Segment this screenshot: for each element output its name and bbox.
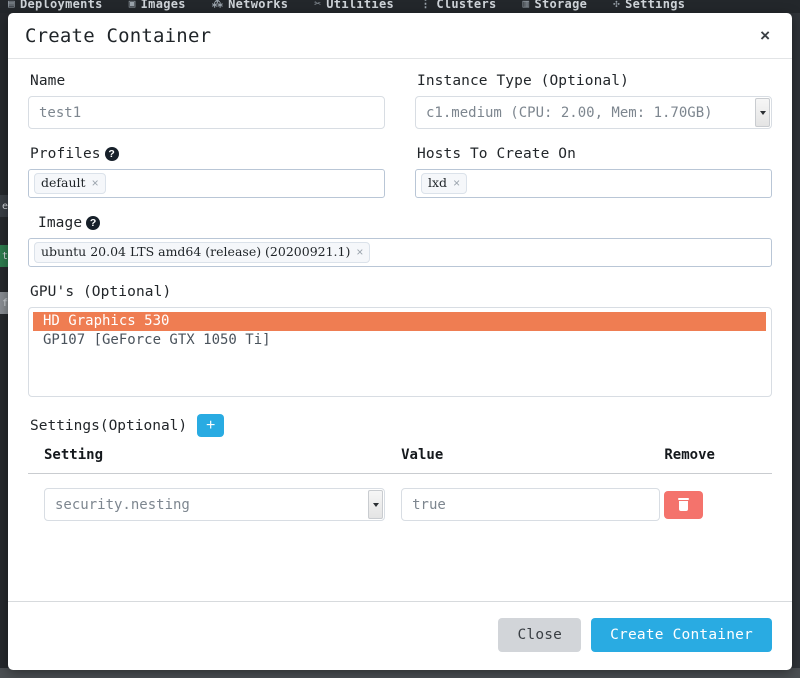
profiles-tag-input[interactable]: default × bbox=[28, 169, 385, 198]
image-label: Image? bbox=[38, 215, 772, 231]
gpus-option[interactable]: GP107 [GeForce GTX 1050 Ti] bbox=[33, 331, 766, 350]
column-header-setting: Setting bbox=[28, 447, 386, 474]
image-icon: ▣ bbox=[128, 0, 136, 10]
tag-label: lxd bbox=[428, 175, 448, 190]
table-header-row: Setting Value Remove bbox=[28, 447, 772, 474]
bg-nav-item-utilities[interactable]: ✂ Utilities bbox=[314, 0, 394, 11]
close-icon[interactable]: × bbox=[756, 25, 774, 46]
server-icon: ▤ bbox=[8, 0, 15, 10]
instance-type-label: Instance Type (Optional) bbox=[417, 73, 629, 89]
bg-nav-label: Utilities bbox=[326, 0, 394, 11]
image-label-text: Image bbox=[38, 215, 83, 231]
setting-cell: security.nesting bbox=[28, 474, 386, 521]
trash-icon bbox=[678, 498, 690, 511]
cluster-icon: ⋮ bbox=[420, 0, 432, 10]
gpus-option[interactable]: HD Graphics 530 bbox=[33, 312, 766, 331]
gpus-label: GPU's (Optional) bbox=[30, 284, 172, 300]
help-icon[interactable]: ? bbox=[104, 147, 119, 161]
bg-nav-label: Storage bbox=[534, 0, 588, 11]
settings-table: Setting Value Remove security.nesting tr… bbox=[28, 447, 772, 521]
profiles-label: Profiles? bbox=[30, 146, 385, 162]
setting-select-value: security.nesting bbox=[55, 496, 190, 513]
add-setting-button[interactable]: + bbox=[197, 414, 225, 437]
field-group-hosts: Hosts To Create On lxd × bbox=[415, 146, 772, 198]
tag-label: default bbox=[41, 175, 86, 190]
bg-nav-item-images[interactable]: ▣ Images bbox=[129, 0, 186, 11]
chevron-down-icon[interactable] bbox=[755, 98, 770, 127]
tag-pill: lxd × bbox=[421, 173, 468, 194]
bg-nav-label: Deployments bbox=[19, 0, 103, 11]
hosts-label: Hosts To Create On bbox=[417, 146, 576, 162]
bg-nav-label: Networks bbox=[228, 0, 289, 11]
form-row-name-instance: Name test1 Instance Type (Optional) c1.m… bbox=[28, 73, 772, 129]
column-header-remove: Remove bbox=[660, 447, 772, 474]
column-header-value: Value bbox=[385, 447, 661, 474]
table-row: security.nesting true bbox=[28, 474, 772, 522]
network-icon: ⁂ bbox=[211, 0, 224, 10]
image-tag-input[interactable]: ubuntu 20.04 LTS amd64 (release) (202009… bbox=[28, 238, 772, 267]
setting-value-input[interactable]: true bbox=[401, 488, 661, 521]
value-cell: true bbox=[385, 474, 661, 521]
tag-pill: default × bbox=[34, 173, 106, 194]
bg-nav-item-deployments[interactable]: ▤ Deployments bbox=[8, 0, 103, 11]
tag-remove-icon[interactable]: × bbox=[92, 175, 99, 191]
field-group-profiles: Profiles? default × bbox=[28, 146, 385, 198]
instance-type-value: c1.medium (CPU: 2.00, Mem: 1.70GB) bbox=[426, 104, 713, 121]
field-group-instance-type: Instance Type (Optional) c1.medium (CPU:… bbox=[415, 73, 772, 129]
tag-pill: ubuntu 20.04 LTS amd64 (release) (202009… bbox=[34, 242, 371, 263]
gpus-listbox[interactable]: HD Graphics 530 GP107 [GeForce GTX 1050 … bbox=[28, 307, 772, 397]
create-container-dialog: Create Container × Name test1 Instance T… bbox=[8, 13, 792, 670]
settings-header: Settings(Optional) + bbox=[30, 414, 772, 437]
settings-label: Settings(Optional) bbox=[30, 417, 188, 434]
storage-icon: ▥ bbox=[522, 0, 530, 10]
profiles-label-text: Profiles bbox=[30, 146, 101, 162]
bg-nav-label: Clusters bbox=[436, 0, 497, 11]
hosts-tag-input[interactable]: lxd × bbox=[415, 169, 772, 198]
remove-setting-button[interactable] bbox=[664, 490, 704, 519]
help-icon[interactable]: ? bbox=[86, 216, 101, 230]
bg-nav-label: Settings bbox=[625, 0, 686, 11]
chevron-down-icon[interactable] bbox=[368, 490, 384, 519]
instance-type-select[interactable]: c1.medium (CPU: 2.00, Mem: 1.70GB) bbox=[415, 96, 772, 129]
bg-nav-label: Images bbox=[140, 0, 186, 11]
page-title: Create Container bbox=[25, 24, 212, 47]
tag-remove-icon[interactable]: × bbox=[356, 244, 363, 260]
dialog-header: Create Container × bbox=[8, 13, 792, 59]
name-input[interactable]: test1 bbox=[28, 96, 385, 129]
bg-nav-item-settings[interactable]: ✣ Settings bbox=[613, 0, 685, 11]
setting-select[interactable]: security.nesting bbox=[44, 488, 386, 521]
create-container-button[interactable]: Create Container bbox=[591, 618, 772, 652]
tag-remove-icon[interactable]: × bbox=[453, 175, 460, 191]
bg-nav-item-clusters[interactable]: ⋮ Clusters bbox=[420, 0, 497, 11]
background-top-nav: ▤ Deployments ▣ Images ⁂ Networks ✂ Util… bbox=[0, 0, 800, 13]
tag-label: ubuntu 20.04 LTS amd64 (release) (202009… bbox=[41, 244, 351, 259]
settings-section: Settings(Optional) + Setting Value Remov… bbox=[28, 414, 772, 521]
name-label: Name bbox=[30, 73, 66, 89]
remove-cell bbox=[660, 474, 772, 522]
field-group-image: Image? ubuntu 20.04 LTS amd64 (release) … bbox=[28, 215, 772, 267]
gear-icon: ✣ bbox=[613, 0, 621, 10]
bg-nav-item-networks[interactable]: ⁂ Networks bbox=[212, 0, 289, 11]
field-group-name: Name test1 bbox=[28, 73, 385, 129]
close-button[interactable]: Close bbox=[498, 618, 582, 652]
dialog-footer: Close Create Container bbox=[8, 601, 792, 670]
bg-nav-item-storage[interactable]: ▥ Storage bbox=[523, 0, 588, 11]
dialog-body: Name test1 Instance Type (Optional) c1.m… bbox=[8, 59, 792, 601]
form-row-profiles-hosts: Profiles? default × Hosts To Create On l… bbox=[28, 146, 772, 198]
wrench-icon: ✂ bbox=[314, 0, 322, 10]
field-group-gpus: GPU's (Optional) HD Graphics 530 GP107 [… bbox=[28, 284, 772, 397]
